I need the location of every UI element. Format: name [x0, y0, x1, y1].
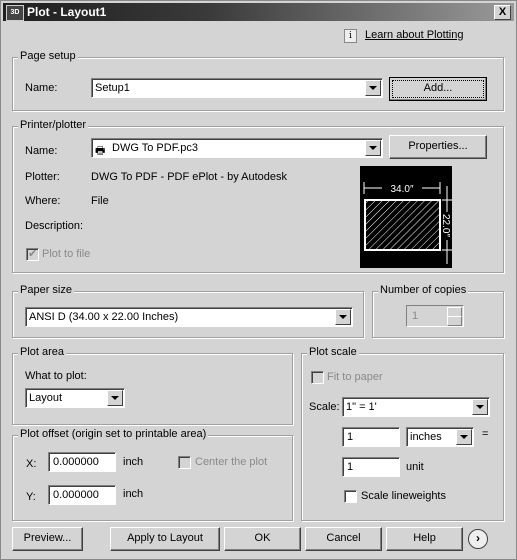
plot-area-legend: Plot area [18, 346, 67, 358]
copies-spinner[interactable]: 1 [406, 305, 464, 327]
y-offset-unit: inch [123, 488, 144, 500]
unit-label: unit [406, 461, 424, 473]
what-to-plot-label: What to plot: [25, 370, 87, 382]
chevron-down-icon[interactable] [107, 390, 123, 406]
equals-sign: = [482, 428, 489, 440]
chevron-down-icon[interactable] [335, 309, 351, 325]
printer-name-label: Name: [25, 145, 58, 157]
unit-input[interactable]: 1 [342, 457, 400, 477]
x-offset-unit: inch [123, 456, 144, 468]
window-title: Plot - Layout1 [27, 5, 107, 19]
printer-name-combo[interactable]: 🖶 DWG To PDF.pc3 [91, 138, 383, 158]
where-value: File [91, 195, 109, 207]
y-offset-value: 0.000000 [53, 489, 99, 501]
chevron-down-icon[interactable] [472, 399, 488, 415]
paper-preview: 34.0″ 22.0″ [360, 166, 452, 268]
scale-combo[interactable]: 1" = 1' [342, 397, 490, 417]
scale-value: 1" = 1' [346, 401, 377, 413]
page-setup-name-label: Name: [25, 82, 58, 94]
plot-offset-legend: Plot offset (origin set to printable are… [18, 428, 209, 440]
info-icon: i [344, 29, 357, 43]
paper-size-legend: Paper size [18, 284, 74, 296]
y-offset-input[interactable]: 0.000000 [48, 485, 116, 505]
plot-scale-legend: Plot scale [307, 346, 359, 358]
ok-button[interactable]: OK [224, 527, 301, 551]
x-offset-value: 0.000000 [53, 456, 99, 468]
x-offset-input[interactable]: 0.000000 [48, 452, 116, 472]
paper-height-label: 22.0″ [440, 214, 451, 237]
inches-input[interactable]: 1 [342, 427, 400, 447]
what-to-plot-value: Layout [29, 392, 63, 404]
inches-value: 1 [347, 431, 354, 443]
chevron-down-icon[interactable] [456, 429, 472, 445]
printer-name-value: DWG To PDF.pc3 [112, 142, 198, 154]
number-of-copies-legend: Number of copies [378, 284, 469, 296]
what-to-plot-combo[interactable]: Layout [25, 388, 125, 408]
scale-lineweights-label: Scale lineweights [361, 490, 446, 502]
more-options-chevron-right-icon[interactable]: › [468, 529, 488, 549]
plot-dialog: 3D Plot - Layout1 X i Learn about Plotti… [0, 0, 517, 560]
units-value: inches [410, 431, 442, 443]
autocad-3d-icon: 3D [6, 5, 24, 21]
properties-button[interactable]: Properties... [389, 135, 487, 159]
center-the-plot-checkbox[interactable] [178, 456, 191, 469]
page-setup-legend: Page setup [18, 50, 78, 62]
scale-label: Scale: [309, 401, 340, 413]
plot-area-group: Plot area What to plot: Layout [12, 346, 293, 425]
plot-scale-group: Plot scale Fit to paper Scale: 1" = 1' 1… [301, 346, 504, 521]
preview-button[interactable]: Preview... [12, 527, 83, 551]
center-the-plot-label: Center the plot [195, 456, 268, 468]
fit-to-paper-checkbox[interactable] [311, 371, 324, 384]
close-button[interactable]: X [494, 5, 511, 20]
chevron-down-icon[interactable] [365, 140, 381, 156]
page-setup-name-value: Setup1 [95, 82, 130, 94]
plotter-value: DWG To PDF - PDF ePlot - by Autodesk [91, 171, 288, 183]
plot-to-file-label: Plot to file [42, 248, 91, 260]
paper-preview-diagram: 34.0″ 22.0″ [363, 182, 452, 264]
y-offset-label: Y: [26, 491, 36, 503]
paper-size-group: Paper size ANSI D (34.00 x 22.00 Inches) [12, 284, 364, 338]
spin-down-icon[interactable] [447, 316, 462, 326]
scale-lineweights-checkbox[interactable] [344, 490, 357, 503]
unit-value: 1 [347, 461, 354, 473]
plotter-label: Plotter: [25, 171, 60, 183]
add-button[interactable]: Add... [389, 77, 487, 101]
fit-to-paper-label: Fit to paper [327, 371, 383, 383]
description-label: Description: [25, 220, 84, 232]
plotter-icon: 🖶 [95, 145, 106, 157]
paper-printable-area [364, 199, 441, 251]
plot-to-file-checkbox[interactable]: ✔ [26, 248, 39, 261]
learn-about-plotting-link[interactable]: Learn about Plotting [365, 29, 463, 41]
checkmark-icon: ✔ [28, 248, 38, 260]
paper-size-value: ANSI D (34.00 x 22.00 Inches) [29, 311, 179, 323]
units-combo[interactable]: inches [406, 427, 474, 447]
help-button[interactable]: Help [386, 527, 463, 551]
paper-width-label: 34.0″ [390, 184, 413, 195]
page-setup-name-combo[interactable]: Setup1 [91, 78, 383, 98]
paper-size-combo[interactable]: ANSI D (34.00 x 22.00 Inches) [25, 307, 353, 327]
plot-offset-group: Plot offset (origin set to printable are… [12, 428, 293, 521]
cancel-button[interactable]: Cancel [305, 527, 382, 551]
printer-plotter-legend: Printer/plotter [18, 119, 89, 131]
copies-value: 1 [412, 310, 419, 322]
title-bar[interactable]: 3D Plot - Layout1 X [3, 3, 514, 21]
page-setup-group: Page setup Name: Setup1 Add... [12, 50, 504, 111]
chevron-down-icon[interactable] [365, 80, 381, 96]
apply-to-layout-button[interactable]: Apply to Layout [110, 527, 220, 551]
x-offset-label: X: [26, 458, 37, 470]
where-label: Where: [25, 195, 61, 207]
